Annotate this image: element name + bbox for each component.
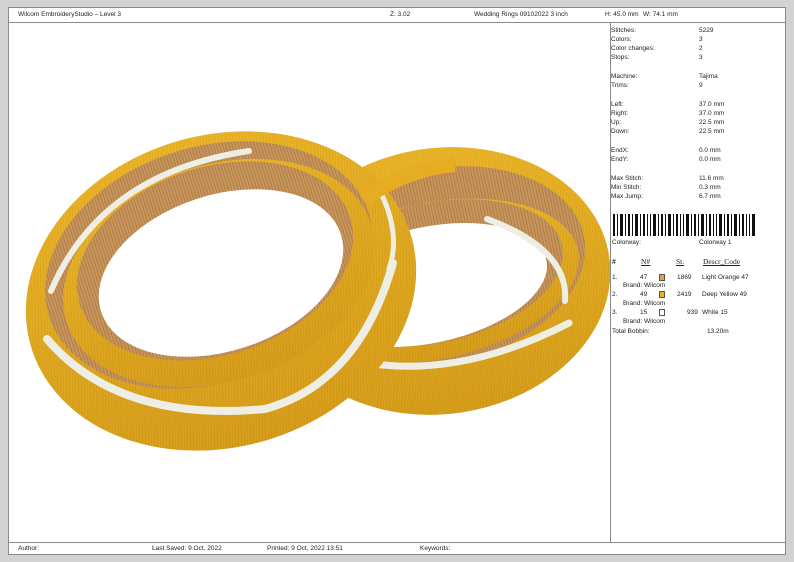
author-field: Author: [18, 545, 39, 552]
col-header-description: Descr_Code [703, 257, 741, 266]
stat-colors: Colors: 3 [611, 36, 703, 43]
stat-color-changes: Color changes: 2 [611, 45, 703, 52]
design-height: H: 45.0 mm [605, 11, 639, 18]
stat-trims: Trims: 9 [611, 82, 703, 89]
stat-down: Down: 22.5 mm [611, 128, 725, 135]
col-header-number: N# [641, 257, 651, 266]
stat-left: Left: 37.0 mm [611, 101, 725, 108]
stat-right: Right: 37.0 mm [611, 110, 725, 117]
footer-bar: Author: Last Saved: 9 Oct, 2022 Printed:… [9, 542, 785, 555]
print-preview-sheet: Wilcom EmbroideryStudio – Level 3 Z: 3.0… [8, 7, 786, 555]
zoom-level: Z: 3.02 [390, 11, 411, 18]
color-swatch [659, 274, 665, 281]
design-info-panel: Stitches: 5229 Colors: 3 Color changes: 2 S… [611, 23, 785, 542]
stat-up: Up: 22.5 mm [611, 119, 725, 126]
design-canvas[interactable] [9, 23, 611, 542]
colorway-label: Colorway: [612, 239, 641, 246]
header-bar: Wilcom EmbroideryStudio – Level 3 Z: 3.0… [9, 8, 785, 23]
stat-max-stitch: Max Stitch: 11.6 mm [611, 175, 724, 182]
colorway-value: Colorway 1 [699, 239, 732, 246]
stat-stops: Stops: 3 [611, 54, 703, 61]
stat-max-jump: Max Jump: 6.7 mm [611, 193, 721, 200]
stat-endx: EndX: 0.0 mm [611, 147, 721, 154]
design-name: Wedding Rings 09102022 3 inch [474, 11, 568, 18]
stat-machine: Machine: Tajima [611, 73, 718, 80]
design-width: W: 74.1 mm [643, 11, 678, 18]
stat-stitches: Stitches: 5229 [611, 27, 714, 34]
col-header-index: # [612, 257, 616, 266]
keywords-field: Keywords: [420, 545, 451, 552]
barcode-image [613, 214, 755, 236]
stat-endy: EndY: 0.0 mm [611, 156, 721, 163]
stat-min-stitch: Min Stitch: 0.3 mm [611, 184, 721, 191]
color-swatch [659, 309, 665, 316]
app-title: Wilcom EmbroideryStudio – Level 3 [18, 11, 121, 18]
col-header-stitches: St. [676, 257, 685, 266]
total-bobbin-value: 13.20m [707, 328, 729, 335]
printed-date: Printed: 9 Oct, 2022 13:51 [267, 545, 343, 552]
wedding-rings-embroidery-image [25, 131, 610, 451]
color-swatch [659, 291, 665, 298]
last-saved: Last Saved: 9 Oct, 2022 [152, 545, 222, 552]
total-bobbin-label: Total Bobbin: [612, 328, 650, 335]
